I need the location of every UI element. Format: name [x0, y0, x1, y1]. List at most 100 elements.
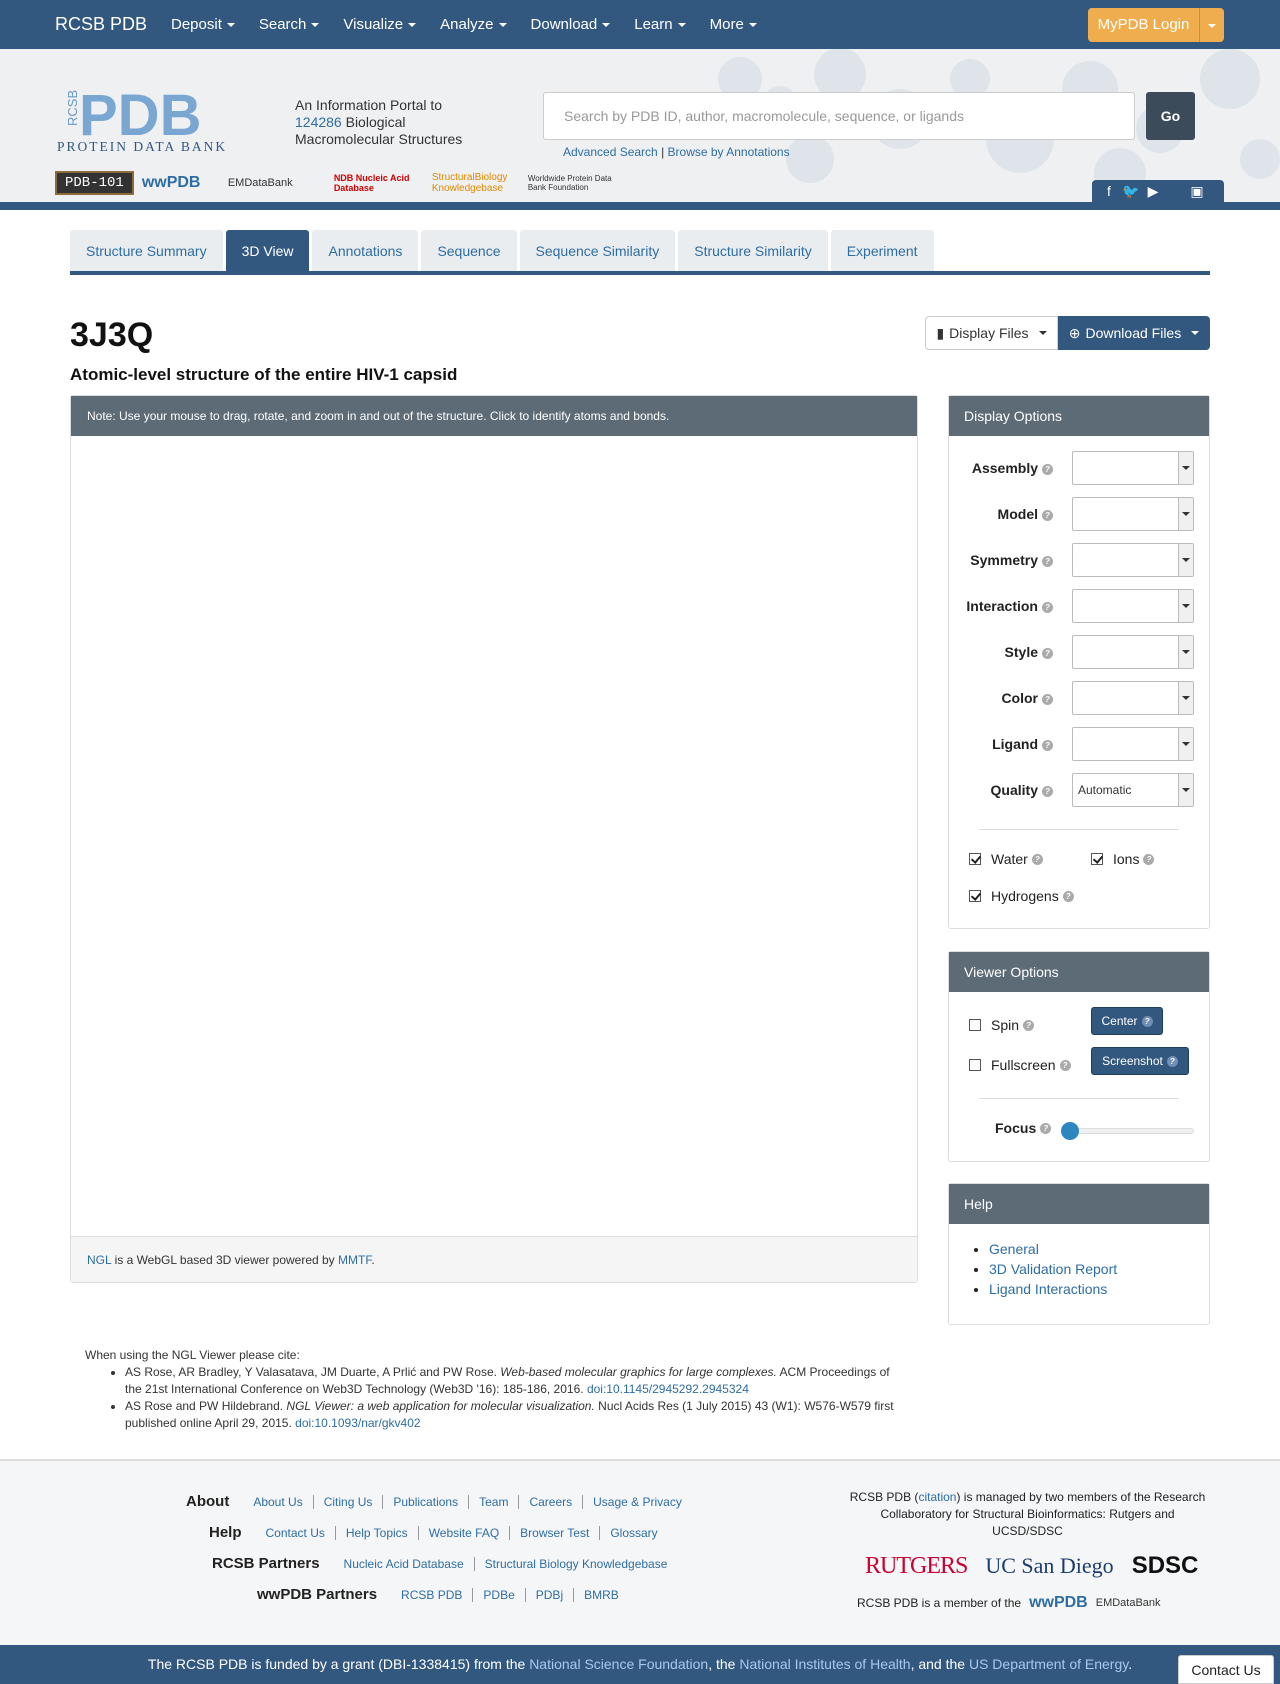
footer-link[interactable]: Structural Biology Knowledgebase	[475, 1557, 678, 1571]
ions-checkbox[interactable]: Ions?	[1091, 851, 1155, 867]
checkbox-checked[interactable]	[1091, 853, 1103, 865]
slider-handle[interactable]	[1061, 1122, 1079, 1140]
emdatabank-footer-logo[interactable]: EMDataBank	[1096, 1597, 1161, 1609]
tab-experiment[interactable]: Experiment	[830, 230, 934, 272]
help-icon[interactable]: ?	[1042, 509, 1053, 521]
select-arrow-icon[interactable]	[1178, 498, 1193, 530]
help-ligand-link[interactable]: Ligand Interactions	[989, 1281, 1107, 1297]
search-go-button[interactable]: Go	[1146, 92, 1195, 140]
wwpdb-foundation-logo[interactable]: Worldwide Protein Data Bank Foundation	[528, 168, 624, 198]
footer-link[interactable]: Browser Test	[510, 1525, 601, 1540]
ngl-link[interactable]: NGL	[87, 1253, 111, 1267]
screenshot-button[interactable]: Screenshot?	[1091, 1047, 1189, 1075]
interaction-select[interactable]	[1072, 589, 1194, 623]
advanced-search-link[interactable]: Advanced Search	[563, 145, 658, 159]
hydrogens-checkbox[interactable]: Hydrogens?	[969, 888, 1074, 904]
rutgers-logo[interactable]: RUTGERS	[865, 1553, 968, 1580]
style-select[interactable]	[1072, 635, 1194, 669]
citation-link[interactable]: citation	[918, 1490, 956, 1504]
footer-link[interactable]: BMRB	[574, 1588, 629, 1602]
browse-annotations-link[interactable]: Browse by Annotations	[668, 145, 790, 159]
facebook-icon[interactable]: f	[1100, 183, 1118, 199]
water-checkbox[interactable]: Water?	[969, 851, 1043, 867]
footer-link[interactable]: Website FAQ	[419, 1525, 511, 1540]
footer-link[interactable]: Publications	[383, 1494, 470, 1509]
login-label[interactable]: MyPDB Login	[1088, 8, 1200, 42]
login-dropdown-toggle[interactable]	[1200, 17, 1224, 34]
select-arrow-icon[interactable]	[1178, 728, 1193, 760]
footer-link[interactable]: Contact Us	[256, 1525, 336, 1540]
model-select[interactable]	[1072, 497, 1194, 531]
help-icon[interactable]: ?	[1141, 1016, 1153, 1028]
help-icon[interactable]: ?	[1042, 739, 1053, 751]
footer-link[interactable]: Citing Us	[314, 1494, 384, 1509]
help-icon[interactable]: ?	[1040, 1122, 1052, 1134]
apple-icon[interactable]	[1166, 183, 1184, 199]
footer-link[interactable]: Help Topics	[336, 1525, 419, 1540]
ndb-logo[interactable]: NDB Nucleic Acid Database	[334, 168, 424, 198]
select-arrow-icon[interactable]	[1178, 636, 1193, 668]
help-icon[interactable]: ?	[1042, 555, 1053, 567]
footer-link[interactable]: PDBe	[473, 1587, 526, 1602]
nav-deposit[interactable]: Deposit	[171, 16, 235, 33]
select-arrow-icon[interactable]	[1178, 682, 1193, 714]
checkbox-unchecked[interactable]	[969, 1059, 981, 1071]
center-button[interactable]: Center?	[1091, 1007, 1163, 1035]
footer-link[interactable]: About Us	[243, 1494, 314, 1509]
nav-download[interactable]: Download	[531, 16, 611, 33]
footer-link[interactable]: Careers	[519, 1494, 584, 1509]
ucsd-logo[interactable]: UC San Diego	[985, 1553, 1113, 1579]
help-icon[interactable]: ?	[1042, 785, 1053, 797]
help-icon[interactable]: ?	[1042, 693, 1053, 705]
footer-link[interactable]: RCSB PDB	[391, 1587, 474, 1602]
viewer-canvas[interactable]	[71, 436, 917, 1238]
select-arrow-icon[interactable]	[1178, 774, 1193, 806]
search-input[interactable]: Search by PDB ID, author, macromolecule,…	[543, 92, 1135, 140]
citation-doi-link[interactable]: doi:10.1093/nar/gkv402	[295, 1416, 420, 1430]
nav-learn[interactable]: Learn	[634, 16, 686, 33]
nav-more[interactable]: More	[710, 16, 757, 33]
checkbox-unchecked[interactable]	[969, 1019, 981, 1031]
nih-link[interactable]: National Institutes of Health	[739, 1656, 910, 1672]
footer-link[interactable]: Glossary	[600, 1526, 667, 1540]
wwpdb-footer-logo[interactable]: wwPDB	[1029, 1594, 1088, 1612]
select-arrow-icon[interactable]	[1178, 590, 1193, 622]
checkbox-checked[interactable]	[969, 853, 981, 865]
sbkb-logo[interactable]: StructuralBiology Knowledgebase	[432, 168, 520, 198]
mypdb-login-button[interactable]: MyPDB Login	[1088, 8, 1224, 42]
sdsc-logo[interactable]: SDSC	[1132, 1552, 1199, 1580]
quality-select[interactable]: Automatic	[1072, 773, 1194, 807]
footer-link[interactable]: Usage & Privacy	[583, 1495, 692, 1509]
rcsb-pdb-logo[interactable]: RCSB PDB PROTEIN DATA BANK	[55, 88, 285, 154]
help-icon[interactable]: ?	[1143, 853, 1155, 865]
nsf-link[interactable]: National Science Foundation	[529, 1656, 708, 1672]
display-files-button[interactable]: ▮ Display Files	[925, 316, 1058, 350]
contact-us-tab[interactable]: Contact Us	[1178, 1655, 1274, 1684]
wwpdb-logo[interactable]: wwPDB	[142, 168, 220, 198]
citation-doi-link[interactable]: doi:10.1145/2945292.2945324	[587, 1382, 749, 1396]
help-icon[interactable]: ?	[1023, 1019, 1035, 1031]
checkbox-checked[interactable]	[969, 890, 981, 902]
select-arrow-icon[interactable]	[1178, 452, 1193, 484]
help-general-link[interactable]: General	[989, 1241, 1039, 1257]
spin-checkbox[interactable]: Spin?	[969, 1017, 1035, 1033]
help-icon[interactable]: ?	[1062, 890, 1074, 902]
mmtf-link[interactable]: MMTF	[338, 1253, 371, 1267]
symmetry-select[interactable]	[1072, 543, 1194, 577]
nav-visualize[interactable]: Visualize	[343, 16, 417, 33]
footer-link[interactable]: PDBj	[526, 1587, 575, 1602]
ligand-select[interactable]	[1072, 727, 1194, 761]
footer-link[interactable]: Nucleic Acid Database	[334, 1556, 475, 1571]
download-files-button[interactable]: ⊕ Download Files	[1058, 316, 1210, 350]
nav-analyze[interactable]: Analyze	[440, 16, 507, 33]
color-select[interactable]	[1072, 681, 1194, 715]
help-icon[interactable]: ?	[1042, 647, 1053, 659]
brand-link[interactable]: RCSB PDB	[55, 14, 147, 35]
footer-link[interactable]: Team	[469, 1494, 520, 1509]
twitter-icon[interactable]: 🐦	[1122, 183, 1140, 199]
tab-sequence[interactable]: Sequence	[421, 230, 517, 272]
help-icon[interactable]: ?	[1059, 1059, 1071, 1071]
youtube-icon[interactable]: ▶	[1144, 183, 1162, 199]
help-icon[interactable]: ?	[1042, 601, 1053, 613]
assembly-select[interactable]	[1072, 451, 1194, 485]
